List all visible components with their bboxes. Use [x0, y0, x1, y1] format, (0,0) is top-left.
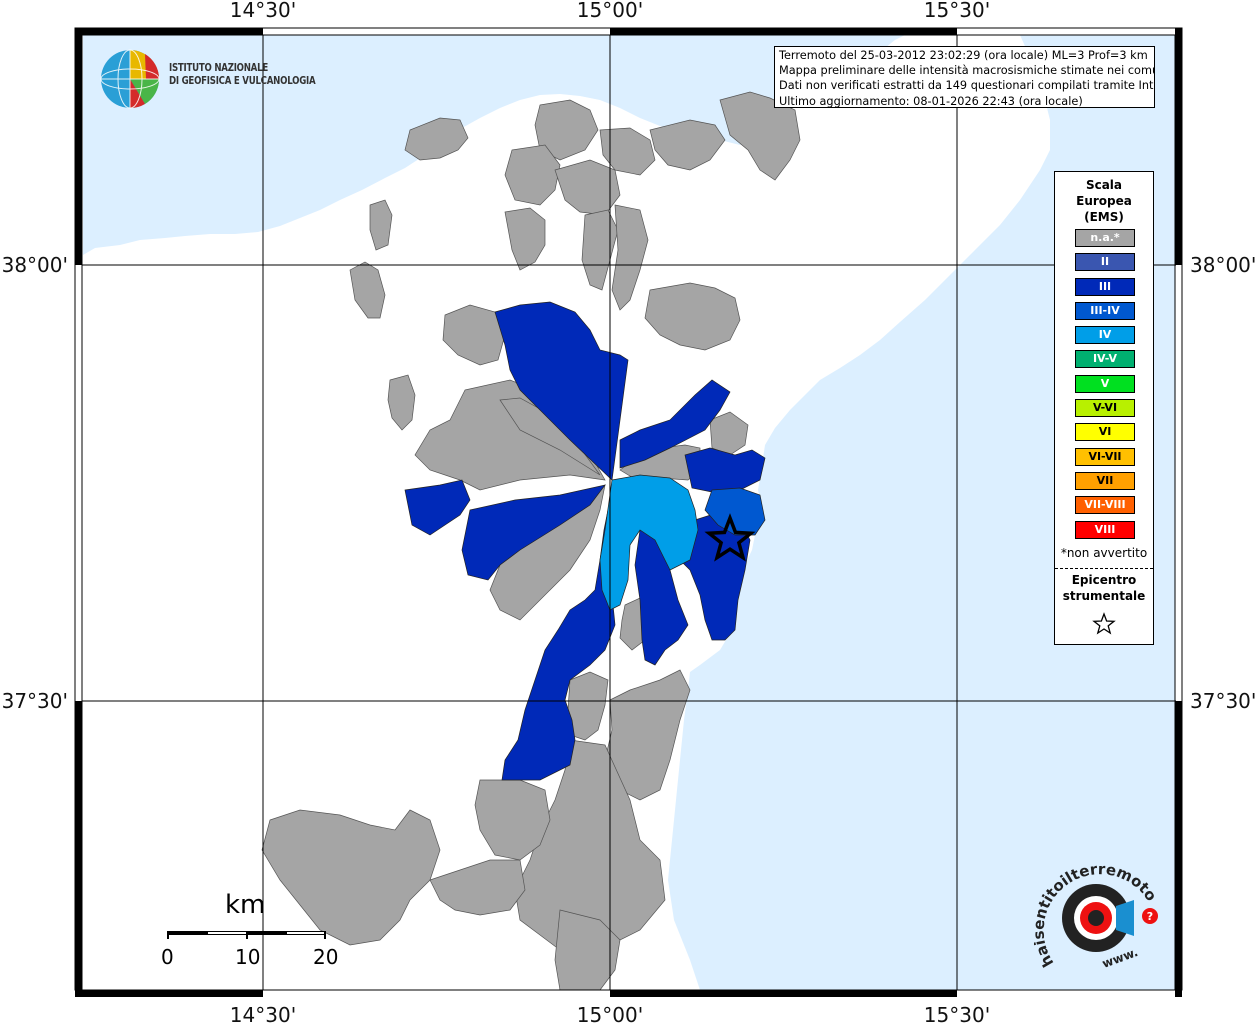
legend-item: VII-VIII	[1075, 496, 1135, 515]
legend-item: II	[1075, 253, 1135, 272]
legend-title-line: (EMS)	[1084, 210, 1124, 224]
ingv-name: ISTITUTO NAZIONALE DI GEOFISICA E VULCAN…	[169, 62, 316, 88]
scale-tick	[167, 931, 169, 939]
lon-label-top: 14°30'	[230, 0, 296, 22]
legend-item: V	[1075, 374, 1135, 393]
legend-item: IV	[1075, 326, 1135, 345]
legend-epicenter-label: Epicentro strumentale	[1055, 572, 1153, 604]
svg-text:?: ?	[1147, 910, 1153, 923]
legend-title-line: Europea	[1076, 194, 1132, 208]
scale-label: 10	[235, 945, 261, 969]
scale-tick	[246, 931, 248, 939]
ingv-name-line1: ISTITUTO NAZIONALE	[169, 62, 268, 74]
lon-label-bottom: 14°30'	[230, 1003, 296, 1024]
intensity-legend: Scala Europea (EMS) n.a.* II III III-IV IV IV…	[1054, 171, 1154, 645]
scale-label: 0	[161, 945, 174, 969]
scale-bar: km 0 10 20	[160, 890, 350, 970]
event-info-line: Ultimo aggiornamento: 08-01-2026 22:43 (…	[779, 94, 1083, 108]
event-info-line: Dati non verificati estratti da 149 ques…	[779, 79, 1155, 93]
lon-label-top: 15°30'	[924, 0, 990, 22]
legend-item: n.a.*	[1075, 229, 1135, 247]
scale-tick	[324, 931, 326, 939]
megaphone-icon	[1116, 900, 1134, 936]
globe-icon	[100, 49, 160, 109]
star-outline-icon	[1092, 612, 1116, 635]
hsf-logo: ? haisentitoilterremoto.it www.	[1034, 858, 1160, 971]
legend-epicenter-line: Epicentro	[1071, 573, 1137, 587]
scale-bar-segment	[287, 932, 325, 934]
legend-item: III	[1075, 277, 1135, 296]
legend-title: Scala Europea (EMS)	[1055, 177, 1153, 225]
legend-divider	[1055, 568, 1153, 569]
lon-label-top: 15°00'	[577, 0, 643, 22]
legend-item: V-VI	[1075, 399, 1135, 418]
lat-label-left: 38°00'	[2, 253, 68, 277]
legend-item: VI-VII	[1075, 447, 1135, 466]
lat-label-right: 38°00'	[1190, 253, 1256, 277]
legend-item: VI	[1075, 423, 1135, 442]
scale-unit: km	[225, 890, 266, 920]
legend-items: n.a.* II III III-IV IV IV-V V V-VI VI VI-VII VII VI…	[1075, 229, 1135, 545]
legend-note: *non avvertito	[1060, 546, 1148, 560]
legend-title-line: Scala	[1085, 178, 1123, 192]
legend-item: VII	[1075, 471, 1135, 490]
legend-item: III-IV	[1075, 301, 1135, 320]
lon-label-bottom: 15°00'	[577, 1003, 643, 1024]
legend-item: VIII	[1075, 520, 1135, 539]
legend-item: IV-V	[1075, 350, 1135, 369]
scale-label: 20	[313, 945, 339, 969]
ingv-name-line2: DI GEOFISICA E VULCANOLOGIA	[169, 75, 316, 87]
lon-label-bottom: 15°30'	[924, 1003, 990, 1024]
ingv-logo: ISTITUTO NAZIONALE DI GEOFISICA E VULCAN…	[100, 48, 320, 110]
lat-label-right: 37°30'	[1190, 689, 1256, 713]
event-info-line: Mappa preliminare delle intensità macros…	[779, 64, 1155, 78]
event-info-box: Terremoto del 25-03-2012 23:02:29 (ora l…	[774, 46, 1155, 108]
legend-epicenter-line: strumentale	[1062, 589, 1146, 603]
lat-label-left: 37°30'	[2, 689, 68, 713]
scale-bar-segment	[208, 932, 246, 934]
event-info-line: Terremoto del 25-03-2012 23:02:29 (ora l…	[779, 49, 1148, 62]
